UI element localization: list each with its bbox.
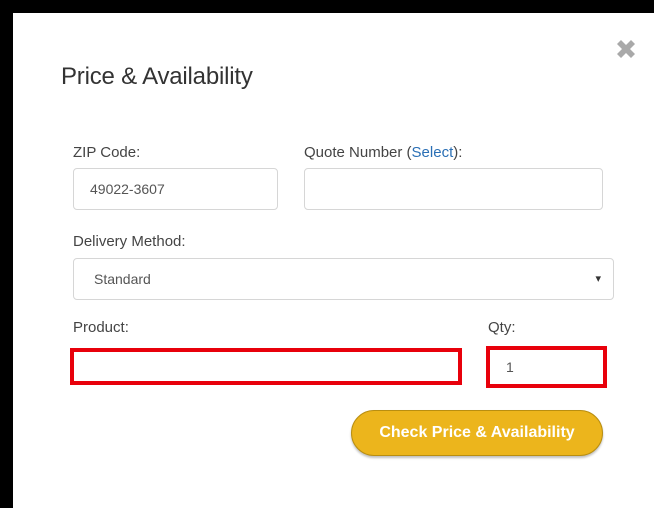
delivery-method-value: Standard [94, 271, 151, 287]
qty-label: Qty: [488, 319, 516, 336]
qty-input[interactable] [486, 346, 607, 388]
check-price-availability-button[interactable]: Check Price & Availability [351, 410, 603, 456]
modal-title: Price & Availability [61, 63, 253, 90]
zip-code-input[interactable] [73, 168, 278, 210]
zip-code-label: ZIP Code: [73, 144, 141, 161]
delivery-method-select[interactable]: Standard ▾ [73, 258, 614, 300]
quote-number-label: Quote Number (Select): [304, 144, 463, 161]
delivery-method-label: Delivery Method: [73, 233, 186, 250]
quote-number-input[interactable] [304, 168, 603, 210]
chevron-down-icon: ▾ [595, 273, 601, 285]
product-label: Product: [73, 319, 129, 336]
quote-select-link[interactable]: Select [412, 144, 454, 161]
price-availability-modal: Price & Availability ZIP Code: Quote Num… [13, 13, 654, 508]
close-icon[interactable] [612, 35, 640, 63]
product-input[interactable] [70, 348, 462, 385]
